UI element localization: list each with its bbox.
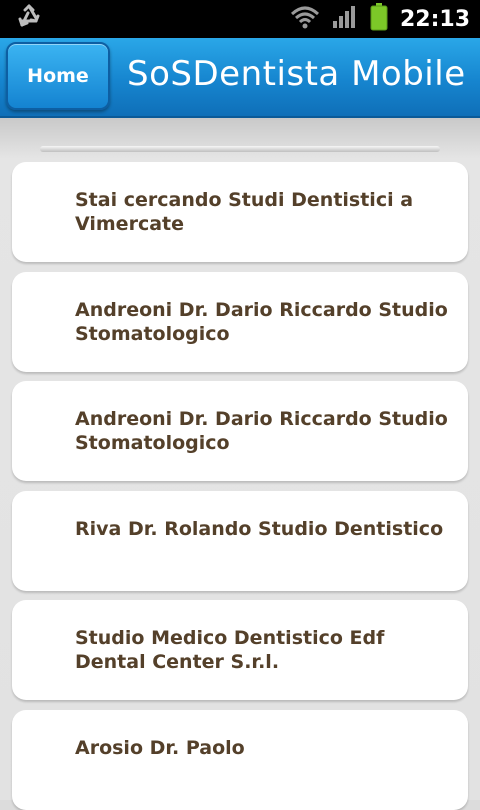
list-item[interactable]: Riva Dr. Rolando Studio Dentistico: [12, 491, 468, 591]
signal-icon: [332, 5, 358, 33]
list-item-label: Arosio Dr. Paolo: [75, 737, 245, 759]
app-title: SoSDentista Mobile: [127, 54, 466, 94]
list-item[interactable]: Arosio Dr. Paolo: [12, 710, 468, 810]
list-item-label: Andreoni Dr. Dario Riccardo Studio Stoma…: [75, 299, 448, 345]
list-item-label: Studio Medico Dentistico Edf Dental Cent…: [75, 627, 385, 673]
battery-icon: [370, 3, 388, 35]
status-time: 22:13: [399, 6, 470, 32]
divider: [40, 146, 440, 152]
list-item-label: Andreoni Dr. Dario Riccardo Studio Stoma…: [75, 408, 448, 454]
list-item[interactable]: Andreoni Dr. Dario Riccardo Studio Stoma…: [12, 272, 468, 372]
list-item[interactable]: Studio Medico Dentistico Edf Dental Cent…: [12, 600, 468, 700]
recycle-icon: [16, 4, 42, 34]
list-item[interactable]: Andreoni Dr. Dario Riccardo Studio Stoma…: [12, 381, 468, 481]
list-item-label: Stai cercando Studi Dentistici a Vimerca…: [75, 189, 414, 235]
home-button[interactable]: Home: [6, 42, 110, 110]
list-item[interactable]: Stai cercando Studi Dentistici a Vimerca…: [12, 162, 468, 262]
results-list: Stai cercando Studi Dentistici a Vimerca…: [0, 118, 480, 810]
app-header: Home SoSDentista Mobile: [0, 38, 480, 118]
list-item-label: Riva Dr. Rolando Studio Dentistico: [75, 518, 444, 540]
status-bar: 22:13: [0, 0, 480, 38]
wifi-icon: [290, 5, 320, 33]
